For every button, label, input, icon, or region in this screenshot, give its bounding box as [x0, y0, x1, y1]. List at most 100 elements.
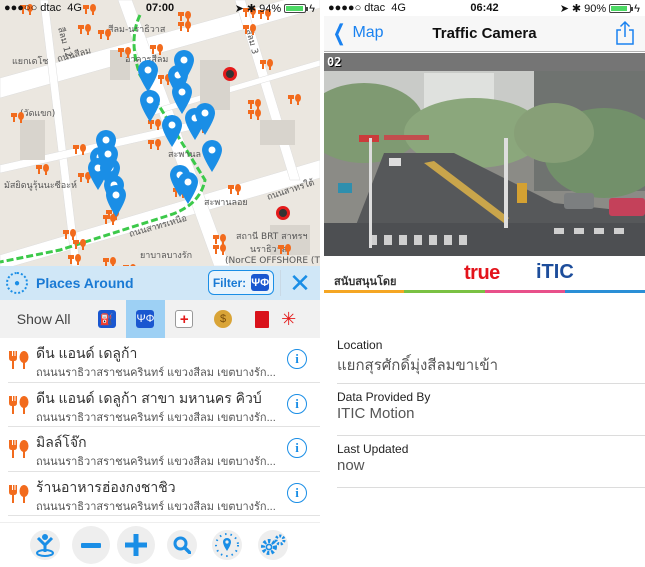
restaurant-poi-icon[interactable] [36, 164, 49, 175]
restaurant-icon [9, 351, 29, 369]
list-item[interactable]: ร้านอาหารฮ่องกงชาชิว ถนนนราธิวาสราชนคริน… [8, 472, 320, 516]
restaurant-poi-icon[interactable] [248, 99, 261, 110]
category-shopping[interactable] [242, 300, 281, 338]
zoom-in-button[interactable] [117, 526, 155, 564]
category-bar: Show All ⛽ ΨΦ + $ ✳ [0, 300, 320, 338]
bluetooth-icon: ✱ [571, 3, 582, 15]
stripe-segment [324, 290, 405, 293]
status-bar: ●●●●○ dtac 4G 06:42 ➤ ✱ 90% ϟ [324, 0, 645, 16]
battery-percent: 94% [259, 2, 282, 15]
restaurant-poi-icon[interactable] [288, 94, 301, 105]
charging-icon: ϟ [634, 2, 640, 15]
location-arrow-icon: ➤ [234, 3, 244, 15]
battery-icon [284, 4, 309, 13]
map-pin-icon[interactable] [140, 90, 160, 122]
svg-text:สะพานลอย: สะพานลอย [204, 198, 248, 208]
detail-location: Location แยกสุรศักดิ์มุ่งสีลมขาเข้า [337, 332, 645, 384]
info-icon[interactable]: i [287, 393, 307, 414]
restaurant-poi-icon[interactable] [98, 29, 111, 40]
svg-text:สถานี BRT สาทรฯ: สถานี BRT สาทรฯ [236, 231, 308, 242]
place-name: มิลล์โจ๊ก [36, 434, 87, 450]
detail-value: แยกสุรศักดิ์มุ่งสีลมขาเข้า [337, 357, 499, 374]
close-icon[interactable]: ✕ [286, 269, 314, 297]
sponsor-label: สนับสนุนโดย [334, 276, 397, 288]
map-pin-icon[interactable] [172, 82, 192, 114]
current-location-icon [36, 534, 54, 557]
battery-icon [609, 4, 634, 13]
restaurant-poi-icon[interactable] [78, 172, 91, 183]
map-view[interactable]: สีลม-นราธิวาส ถนนสีลม แยกเดโช อาคารสีลม … [0, 0, 320, 266]
location-arrow-icon: ➤ [559, 3, 569, 15]
svg-text:ยาบาลบางรัก: ยาบาลบางรัก [140, 251, 192, 261]
places-around-button[interactable] [212, 530, 242, 560]
places-around-title: Places Around [36, 275, 134, 291]
svg-text:(NorCE OFFSHORE (T: (NorCE OFFSHORE (T [225, 256, 320, 266]
restaurant-poi-icon[interactable] [248, 109, 261, 120]
search-button[interactable] [167, 530, 197, 560]
restaurant-icon: ΨΦ [251, 274, 270, 291]
detail-value: now [337, 457, 365, 474]
stripe-segment [484, 290, 565, 293]
sponsor-banner: สนับสนุนโดย true iTIC [324, 256, 645, 293]
category-attraction[interactable]: ✳ [281, 300, 320, 338]
category-restaurant[interactable]: ΨΦ [126, 300, 165, 338]
list-item[interactable]: มิลล์โจ๊ก ถนนนราธิวาสราชนครินทร์ แขวงสีล… [8, 427, 320, 472]
restaurant-poi-icon[interactable] [78, 24, 91, 35]
hospital-icon: + [175, 310, 194, 328]
traffic-camera-screen: ●●●●○ dtac 4G 06:42 ➤ ✱ 90% ϟ ❮ Map Traffic… [324, 0, 645, 567]
category-hospital[interactable]: + [165, 300, 204, 338]
current-location-button[interactable] [30, 530, 60, 560]
place-address: ถนนนราธิวาสราชนครินทร์ แขวงสีลม เขตบางรั… [36, 500, 276, 513]
gas-station-icon: ⛽ [97, 310, 116, 328]
filter-button[interactable]: Filter: ΨΦ [208, 270, 274, 295]
search-icon [173, 536, 191, 554]
attraction-icon: ✳ [281, 308, 297, 329]
map-pin-icon[interactable] [202, 140, 222, 172]
places-list: ดีน แอนด์ เดลูก้า ถนนนราธิวาสราชนครินทร์… [0, 338, 320, 516]
info-icon[interactable]: i [287, 349, 307, 369]
bank-icon: $ [214, 310, 232, 328]
list-item[interactable]: ดีน แอนด์ เดลูก้า ถนนนราธิวาสราชนครินทร์… [8, 338, 320, 383]
restaurant-icon [9, 395, 29, 414]
category-bank[interactable]: $ [204, 300, 243, 338]
places-around-icon: ● [6, 272, 28, 294]
show-all-label: Show All [16, 311, 71, 327]
page-title: Traffic Camera [432, 25, 537, 42]
category-show-all[interactable]: Show All [0, 300, 87, 338]
divider [280, 270, 281, 296]
battery-percent: 90% [584, 2, 607, 15]
svg-text:มัสยิดนูรุ้นนะซีอะห์: มัสยิดนูรุ้นนะซีอะห์ [4, 179, 77, 191]
settings-button[interactable] [258, 530, 288, 560]
restaurant-icon [9, 484, 29, 503]
detail-value: ITIC Motion [337, 405, 415, 422]
color-stripe [324, 290, 645, 293]
place-name: ดีน แอนด์ เดลูก้า สาขา มหานคร คิวบ์ [36, 389, 262, 406]
camera-header [324, 53, 645, 71]
zoom-out-button[interactable] [72, 526, 110, 564]
restaurant-icon [9, 440, 29, 458]
itic-logo: iTIC [536, 261, 574, 283]
place-name: ดีน แอนด์ เดลูก้า [36, 345, 138, 361]
places-around-header: ● Places Around Filter: ΨΦ ✕ [0, 266, 320, 300]
place-name: ร้านอาหารฮ่องกงชาชิว [36, 478, 176, 495]
map-toolbar [0, 522, 320, 567]
shopping-icon [254, 310, 269, 328]
stripe-segment [564, 290, 645, 293]
camera-id: 02 [327, 55, 342, 69]
camera-details: Location แยกสุรศักดิ์มุ่งสีลมขาเข้า Data… [337, 332, 645, 488]
detail-last-updated: Last Updated now [337, 436, 645, 488]
restaurant-poi-icon[interactable] [148, 139, 161, 150]
place-address: ถนนนราธิวาสราชนครินทร์ แขวงสีลม เขตบางรั… [36, 456, 276, 468]
info-icon[interactable]: i [287, 482, 307, 503]
map-canvas[interactable]: สีลม-นราธิวาส ถนนสีลม แยกเดโช อาคารสีลม … [0, 0, 320, 266]
navigation-bar: ❮ Map Traffic Camera [324, 16, 645, 52]
info-icon[interactable]: i [287, 438, 307, 458]
category-gas-station[interactable]: ⛽ [87, 300, 126, 338]
camera-snapshot [324, 53, 645, 256]
restaurant-poi-icon[interactable] [103, 257, 116, 266]
share-icon[interactable] [615, 20, 635, 46]
detail-key: Data Provided By [337, 390, 431, 404]
restaurant-icon: ΨΦ [136, 310, 155, 328]
bluetooth-icon: ✱ [246, 3, 257, 15]
list-item[interactable]: ดีน แอนด์ เดลูก้า สาขา มหานคร คิวบ์ ถนนน… [8, 383, 320, 427]
